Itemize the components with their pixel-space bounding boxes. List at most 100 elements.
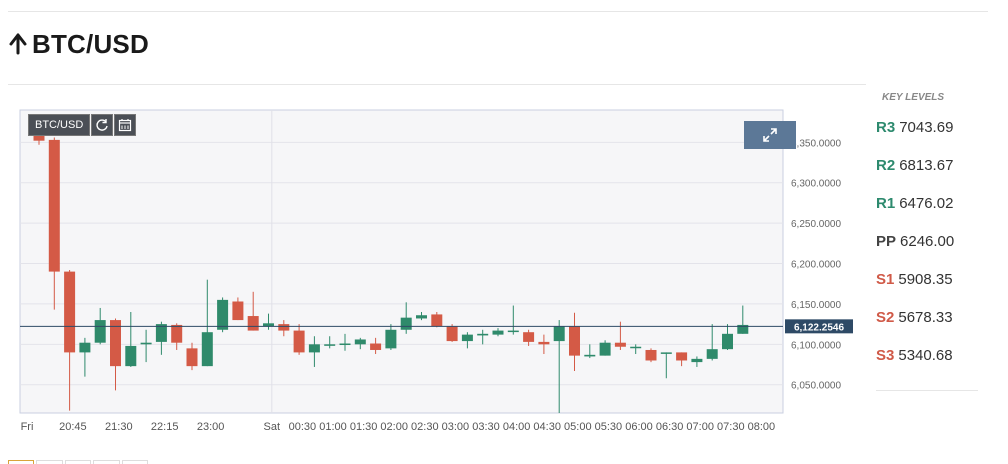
candle-down xyxy=(247,316,259,331)
x-tick-label: 05:30 xyxy=(595,421,623,433)
candle-up xyxy=(722,333,733,350)
x-tick-label: 04:00 xyxy=(503,421,531,433)
arrow-up-icon xyxy=(8,32,28,56)
candle-up xyxy=(706,349,718,359)
candle-up xyxy=(492,330,504,335)
key-level-name: PP xyxy=(876,233,897,250)
candle-down xyxy=(676,352,688,361)
bottom-tab[interactable] xyxy=(64,460,92,464)
page-header: BTC/USD xyxy=(8,28,149,60)
candle-up xyxy=(630,346,642,349)
x-tick-label: 21:30 xyxy=(105,421,133,433)
key-level-name: R2 xyxy=(876,157,896,174)
candle-up xyxy=(94,320,106,343)
candle-up xyxy=(691,358,703,363)
key-level-name: R1 xyxy=(876,195,896,212)
key-levels-panel: KEY LEVELS R3 7043.69 R2 6813.67 R1 6476.02 PP… xyxy=(876,92,978,375)
candle-up xyxy=(79,342,91,353)
x-tick-label: 08:00 xyxy=(748,421,776,433)
candle-up xyxy=(416,315,427,319)
key-level-r2: R2 6813.67 xyxy=(876,147,978,185)
expand-button[interactable] xyxy=(744,121,796,149)
candle-down xyxy=(523,332,535,342)
key-level-value: 5678.33 xyxy=(898,309,953,326)
key-level-value: 6476.02 xyxy=(899,195,954,212)
x-tick-label: 20:45 xyxy=(59,421,87,433)
symbol-selector[interactable]: BTC/USD xyxy=(28,114,91,136)
x-tick-label: 01:30 xyxy=(350,421,378,433)
plot-area xyxy=(19,109,784,414)
key-level-value: 7043.69 xyxy=(899,119,954,136)
key-level-name: R3 xyxy=(876,119,896,136)
y-tick-label: 6,200.0000 xyxy=(791,260,841,271)
candle-up xyxy=(400,317,412,330)
title-divider xyxy=(8,84,866,85)
key-level-name: S3 xyxy=(876,347,895,364)
x-tick-label: 04:30 xyxy=(533,421,561,433)
candle-up xyxy=(339,343,351,346)
key-level-value: 5908.35 xyxy=(898,271,953,288)
candle-down xyxy=(293,330,305,353)
bottom-tab[interactable] xyxy=(93,460,120,464)
candle-up xyxy=(507,330,519,333)
x-tick-label: 22:15 xyxy=(151,421,179,433)
x-tick-label: 05:00 xyxy=(564,421,592,433)
y-tick-label: 6,150.0000 xyxy=(791,300,841,311)
key-level-pp: PP 6246.00 xyxy=(876,223,978,261)
key-level-name: S2 xyxy=(876,309,895,326)
candle-down xyxy=(64,271,76,353)
calendar-button[interactable] xyxy=(114,114,137,136)
candle-up xyxy=(599,342,611,356)
x-tick-label: 01:00 xyxy=(319,421,347,433)
key-level-r3: R3 7043.69 xyxy=(876,109,978,147)
bottom-tabs xyxy=(8,460,150,464)
x-tick-label: 23:00 xyxy=(197,421,225,433)
x-tick-label: 02:00 xyxy=(380,421,408,433)
candle-down xyxy=(645,349,657,361)
candle-up xyxy=(125,345,137,367)
key-level-s3: S3 5340.68 xyxy=(876,337,978,375)
candle-down xyxy=(232,301,244,321)
page-title: BTC/USD xyxy=(32,28,149,59)
bottom-tab[interactable] xyxy=(36,460,63,464)
candle-down xyxy=(569,326,580,356)
chart-container[interactable]: 6,050.0000 6,100.0000 6,150.0000 6,200.0000… xyxy=(0,90,870,440)
candle-down xyxy=(370,343,382,350)
x-tick-label: 07:30 xyxy=(717,421,745,433)
x-tick-label: 07:00 xyxy=(686,421,714,433)
x-tick-label: Fri xyxy=(21,421,34,433)
key-level-s2: S2 5678.33 xyxy=(876,299,978,337)
x-tick-label: 03:30 xyxy=(472,421,500,433)
calendar-icon xyxy=(119,119,132,132)
last-price-label: 6,122.2546 xyxy=(794,322,844,333)
x-tick-label: 03:00 xyxy=(442,421,470,433)
candle-up xyxy=(660,352,672,354)
candle-up xyxy=(584,354,596,357)
key-level-s1: S1 5908.35 xyxy=(876,261,978,299)
key-level-name: S1 xyxy=(876,271,895,288)
candle-down xyxy=(538,341,550,345)
key-level-value: 6813.67 xyxy=(899,157,954,174)
key-level-r1: R1 6476.02 xyxy=(876,185,978,223)
candle-down xyxy=(614,342,626,347)
x-tick-label: 06:00 xyxy=(625,421,653,433)
chart-toolbar: BTC/USD xyxy=(28,114,137,136)
top-bar xyxy=(8,0,988,12)
key-levels-divider xyxy=(876,390,978,391)
candle-up xyxy=(385,329,397,349)
bottom-tab[interactable] xyxy=(8,460,35,464)
candle-up xyxy=(217,299,229,330)
candle-up xyxy=(461,334,473,342)
x-tick-label: 00:30 xyxy=(289,421,317,433)
x-tick-label: Sat xyxy=(264,421,281,433)
key-levels-title: KEY LEVELS xyxy=(882,92,945,103)
bottom-tab[interactable] xyxy=(121,460,149,464)
y-tick-label: 6,250.0000 xyxy=(791,219,841,230)
candle-down xyxy=(278,324,290,331)
y-tick-label: 6,100.0000 xyxy=(791,340,841,351)
x-tick-label: 02:30 xyxy=(411,421,439,433)
refresh-button[interactable] xyxy=(91,114,114,136)
candle-up xyxy=(308,344,320,353)
y-tick-label: 6,050.0000 xyxy=(791,381,841,392)
price-chart[interactable]: 6,050.0000 6,100.0000 6,150.0000 6,200.0000… xyxy=(0,90,870,440)
